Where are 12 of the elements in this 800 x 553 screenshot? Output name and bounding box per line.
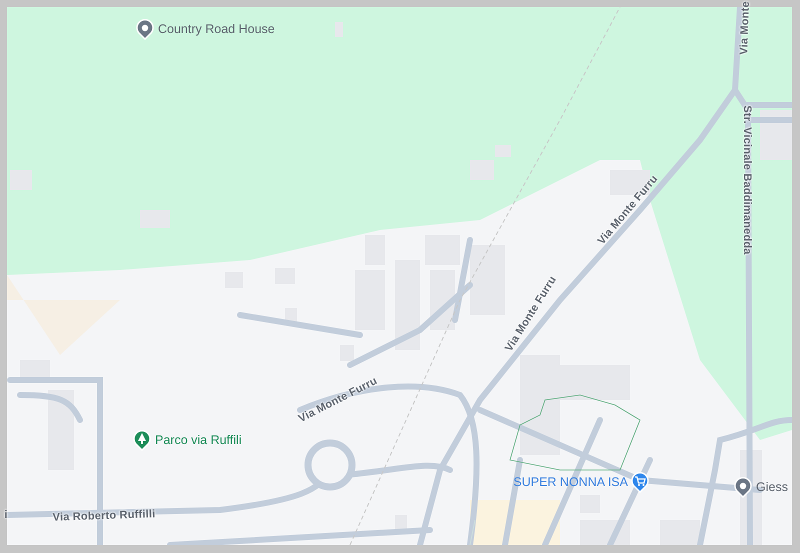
place-label[interactable]: SUPER NONNA ISA [513, 475, 628, 489]
street-label: i [4, 509, 8, 521]
location-pin-icon[interactable] [135, 18, 155, 40]
place-label[interactable]: Country Road House [158, 22, 275, 36]
location-pin-icon[interactable] [733, 476, 753, 498]
street-label: Via Monte [738, 1, 752, 55]
place-label[interactable]: Parco via Ruffili [155, 433, 242, 447]
tree-pin-icon[interactable] [132, 429, 152, 451]
street-label: Via Roberto Ruffilli [52, 508, 156, 524]
cart-pin-icon[interactable] [630, 471, 650, 493]
place-label[interactable]: Giess [756, 480, 788, 494]
street-label: Str. Vicinale Baddimanedda [741, 105, 753, 255]
